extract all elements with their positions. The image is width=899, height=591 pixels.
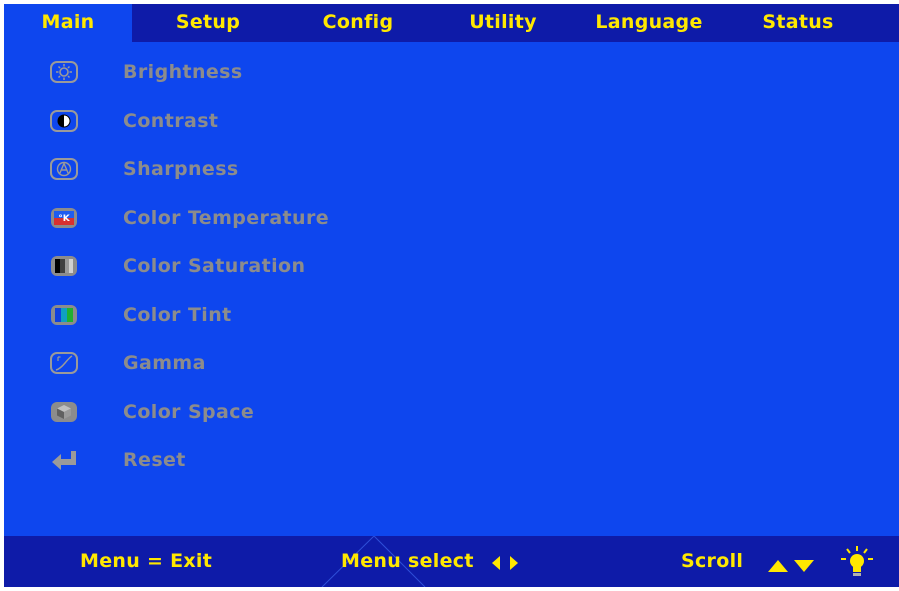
menu-item-brightness[interactable]: Brightness (4, 48, 899, 97)
color-saturation-icon (48, 253, 80, 279)
menu-item-label: Color Saturation (123, 255, 306, 278)
tab-status[interactable]: Status (724, 4, 872, 42)
tab-setup[interactable]: Setup (132, 4, 284, 42)
menu-item-color-tint[interactable]: Color Tint (4, 291, 899, 340)
osd-menu: Main Setup Config Utility Language Statu… (4, 4, 899, 587)
menu-select-hint: Menu select (341, 550, 474, 572)
menu-item-gamma[interactable]: Gamma (4, 339, 899, 388)
color-space-icon (48, 399, 80, 425)
gamma-icon (48, 350, 80, 376)
sharpness-icon (48, 156, 80, 182)
menu-item-color-space[interactable]: Color Space (4, 388, 899, 437)
menu-item-label: Reset (123, 449, 186, 472)
menu-item-label: Color Temperature (123, 206, 330, 229)
menu-item-contrast[interactable]: Contrast (4, 97, 899, 146)
up-down-arrows-icon (768, 557, 816, 576)
svg-text:°K: °K (58, 214, 71, 224)
menu-item-sharpness[interactable]: Sharpness (4, 145, 899, 194)
color-tint-icon (48, 302, 80, 328)
menu-item-color-saturation[interactable]: Color Saturation (4, 242, 899, 291)
tab-config[interactable]: Config (284, 4, 432, 42)
menu-item-label: Brightness (123, 61, 243, 84)
color-temperature-icon: °K (48, 205, 80, 231)
tab-main[interactable]: Main (4, 4, 132, 42)
contrast-icon (48, 108, 80, 134)
exit-hint: Menu = Exit (80, 550, 213, 572)
menu-item-reset[interactable]: Reset (4, 436, 899, 485)
menu-item-label: Sharpness (123, 158, 239, 181)
brightness-icon (48, 59, 80, 85)
main-menu-list: Brightness Contrast Sharpness °K Color T… (4, 48, 899, 485)
menu-item-label: Color Space (123, 400, 255, 423)
left-right-arrows-icon (492, 555, 518, 574)
tab-utility[interactable]: Utility (432, 4, 574, 42)
menu-item-label: Color Tint (123, 303, 232, 326)
footer-bar: Menu = Exit Menu select Scroll (4, 536, 899, 587)
tab-language[interactable]: Language (574, 4, 724, 42)
lightbulb-icon (838, 545, 876, 583)
menu-item-label: Gamma (123, 352, 206, 375)
tab-bar: Main Setup Config Utility Language Statu… (4, 4, 899, 42)
menu-item-label: Contrast (123, 109, 219, 132)
menu-item-color-temperature[interactable]: °K Color Temperature (4, 194, 899, 243)
reset-icon (48, 447, 80, 473)
scroll-hint: Scroll (681, 550, 744, 572)
